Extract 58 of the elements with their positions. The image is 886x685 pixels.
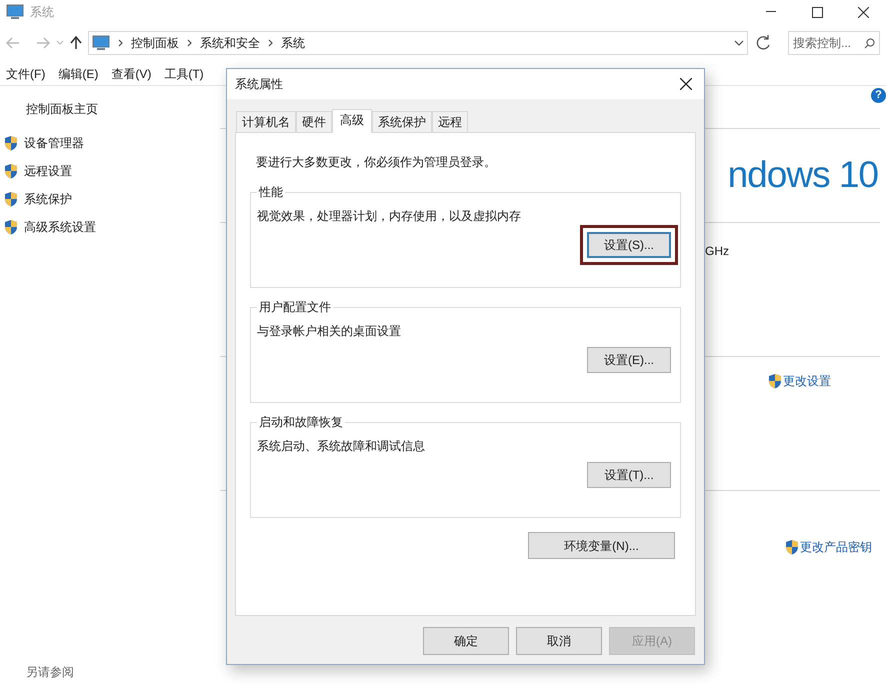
shield-icon	[4, 135, 18, 151]
search-icon	[864, 38, 875, 48]
breadcrumb-item[interactable]: 系统	[281, 34, 305, 52]
sidebar-link[interactable]: 系统保护	[24, 190, 72, 208]
dialog-title: 系统属性	[235, 76, 283, 93]
tab[interactable]: 计算机名	[236, 111, 296, 132]
admin-notice: 要进行大多数更改，你必须作为管理员登录。	[256, 154, 497, 171]
breadcrumb-item[interactable]: 系统和安全	[200, 34, 260, 52]
change-product-key-link[interactable]: 更改产品密钥	[800, 538, 872, 556]
group-title: 性能	[258, 184, 284, 201]
window-title: 系统	[30, 4, 54, 21]
environment-variables-button[interactable]: 环境变量(N)...	[528, 532, 675, 559]
settings-button[interactable]: 设置(T)...	[587, 462, 671, 488]
chevron-right-icon	[118, 39, 123, 47]
chevron-down-icon[interactable]	[734, 40, 744, 46]
windows-logo-text: ndows 10	[728, 153, 878, 198]
dialog-button[interactable]: 确定	[423, 627, 509, 655]
sidebar-link[interactable]: 设备管理器	[24, 134, 84, 152]
tab[interactable]: 系统保护	[372, 111, 432, 132]
group-description: 视觉效果，处理器计划，内存使用，以及虚拟内存	[257, 208, 522, 225]
address-bar[interactable]: 控制面板 系统和安全 系统	[88, 31, 748, 55]
menu-item[interactable]: 编辑(E)	[58, 64, 98, 82]
shield-icon	[4, 191, 18, 207]
shield-icon	[4, 219, 18, 235]
tab[interactable]: 硬件	[296, 111, 332, 132]
settings-button[interactable]: 设置(E)...	[587, 347, 671, 373]
processor-speed-text: GHz	[705, 244, 729, 258]
see-also-heading: 另请参阅	[26, 664, 75, 681]
computer-icon	[6, 4, 24, 20]
close-icon	[858, 6, 868, 18]
minimize-icon	[766, 11, 776, 13]
sidebar-link[interactable]: 高级系统设置	[24, 218, 96, 236]
breadcrumb-item[interactable]: 控制面板	[131, 34, 179, 52]
search-field[interactable]: 搜索控制...	[788, 31, 880, 55]
chevron-right-icon	[268, 39, 273, 47]
chevron-right-icon	[187, 39, 192, 47]
computer-icon	[92, 35, 110, 51]
settings-button[interactable]: 设置(S)...	[587, 232, 671, 258]
sidebar-link[interactable]: 控制面板主页	[26, 100, 220, 118]
shield-icon	[768, 373, 782, 389]
tab[interactable]: 远程	[432, 111, 468, 132]
maximize-icon	[812, 6, 822, 18]
group-description: 系统启动、系统故障和调试信息	[257, 438, 426, 455]
group-description: 与登录帐户相关的桌面设置	[257, 323, 402, 340]
shield-icon	[4, 163, 18, 179]
dialog-button[interactable]: 取消	[516, 627, 602, 655]
tab[interactable]: 高级	[332, 109, 372, 133]
group-title: 用户配置文件	[258, 299, 332, 316]
menu-item[interactable]: 查看(V)	[111, 64, 152, 82]
change-settings-link[interactable]: 更改设置	[783, 372, 831, 390]
group-title: 启动和故障恢复	[258, 414, 344, 431]
up-arrow-icon[interactable]	[70, 36, 82, 50]
sidebar-link[interactable]: 远程设置	[24, 162, 72, 180]
close-icon	[680, 78, 692, 90]
menu-item[interactable]: 工具(T)	[164, 64, 204, 82]
help-button[interactable]: ?	[871, 88, 886, 102]
menu-item[interactable]: 文件(F)	[6, 64, 46, 82]
shield-icon	[785, 539, 799, 555]
